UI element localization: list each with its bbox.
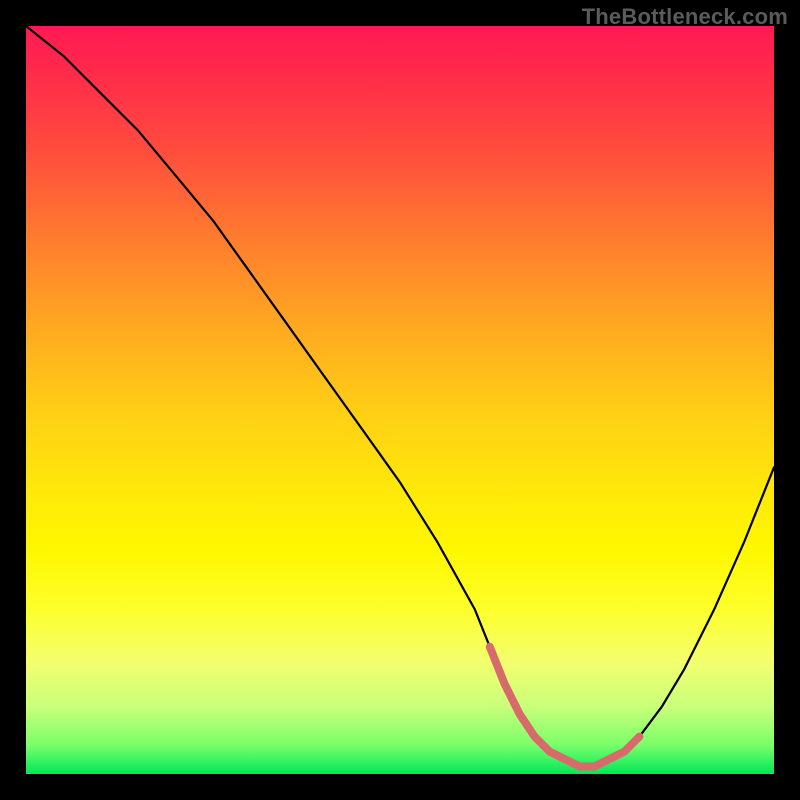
chart-stage: TheBottleneck.com (0, 0, 800, 800)
plot-area (26, 26, 774, 774)
curve-layer (26, 26, 774, 774)
watermark-text: TheBottleneck.com (582, 4, 788, 30)
valley-highlight (490, 647, 640, 767)
bottleneck-curve (26, 26, 774, 767)
